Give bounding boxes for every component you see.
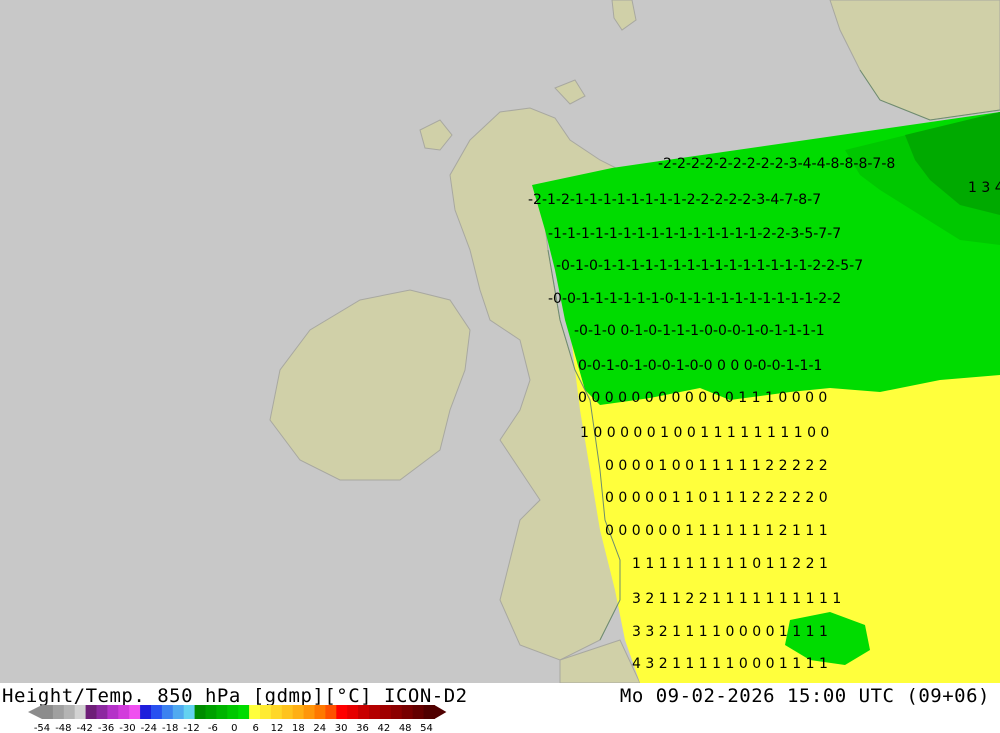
colorbar-swatch (161, 705, 174, 719)
colorbar-swatch (379, 705, 392, 719)
isoline-label: 4 3 2 1 1 1 1 1 0 0 0 1 1 1 1 (632, 656, 828, 672)
map-title: Height/Temp. 850 hPa [gdmp][°C] ICON-D2 (2, 685, 468, 707)
colorbar-swatch (347, 705, 359, 719)
colorbar-tick-label: -54 (34, 723, 50, 733)
isoline-label: -2-2-2-2-2-2-2-2-2-3-4-4-8-8-8-7-8 (658, 156, 895, 172)
colorbar-tick-label: 12 (271, 723, 284, 733)
colorbar-swatch (96, 705, 108, 719)
isoline-label: 0 0 0 0 0 0 0 0 0 0 0 0 1 1 1 0 0 0 0 (578, 390, 827, 406)
colorbar-swatch (281, 705, 294, 719)
isoline-label: -0-1-0-1-1-1-1-1-1-1-1-1-1-1-1-1-1-1-2-2… (556, 258, 863, 274)
colorbar-swatch (423, 705, 435, 719)
colorbar-tick-label: 18 (292, 723, 305, 733)
colorbar-swatch (303, 705, 315, 719)
colorbar-tick-label: 48 (399, 723, 412, 733)
colorbar-swatch (412, 705, 424, 719)
colorbar-swatch (325, 705, 337, 719)
colorbar-swatch (74, 705, 86, 719)
colorbar-swatch (151, 705, 163, 719)
isoline-label: 0 0 0 0 0 0 1 1 1 1 1 1 1 2 1 1 1 (605, 523, 828, 539)
colorbar-tick-label: 42 (377, 723, 390, 733)
colorbar-tick-label: -36 (98, 723, 114, 733)
colorbar-swatch (390, 705, 403, 719)
colorbar-swatch (358, 705, 370, 719)
colorbar-swatch (42, 705, 54, 719)
isoline-label: -0-0-1-1-1-1-1-1-0-1-1-1-1-1-1-1-1-1-1-2… (548, 291, 841, 307)
colorbar-swatch (172, 705, 185, 719)
map-canvas: -2-2-2-2-2-2-2-2-2-3-4-4-8-8-8-7-8 -2-1-2… (0, 0, 1000, 683)
colorbar-tick-label: 24 (313, 723, 326, 733)
colorbar-swatch (270, 705, 283, 719)
colorbar-tick-label: 0 (231, 723, 237, 733)
isoline-label: 1 1 1 1 1 1 1 1 1 0 1 1 2 2 1 (632, 556, 828, 572)
colorbar-tick-label: -42 (77, 723, 93, 733)
isoline-label: 0 0 0 0 1 0 0 1 1 1 1 1 2 2 2 2 2 (605, 458, 828, 474)
colorbar-arrow-left (28, 705, 42, 719)
colorbar-swatch (249, 705, 261, 719)
isoline-label: -1-1-1-1-1-1-1-1-1-1-1-1-1-1-1-2-2-3-5-7… (548, 226, 841, 242)
colorbar-swatch (369, 705, 381, 719)
colorbar-swatch (401, 705, 413, 719)
map-footer: Height/Temp. 850 hPa [gdmp][°C] ICON-D2 … (0, 683, 1000, 733)
colorbar-swatch (227, 705, 239, 719)
isoline-label: 3 3 2 1 1 1 1 0 0 0 0 1 1 1 1 (632, 624, 828, 640)
colorbar-tick-label: -6 (208, 723, 218, 733)
colorbar-tick-label: -18 (162, 723, 178, 733)
colorbar-swatch (85, 705, 97, 719)
colorbar-legend: -54 -48 -42 -36 -30 -24 -18 -12 -6 0 6 12 18 24 30 36 42… (28, 705, 447, 733)
weather-map: -2-2-2-2-2-2-2-2-2-3-4-4-8-8-8-7-8 -2-1-2… (0, 0, 1000, 683)
colorbar-swatch (107, 705, 119, 719)
colorbar-swatch (140, 705, 152, 719)
colorbar-swatch (205, 705, 217, 719)
colorbar-swatch (292, 705, 304, 719)
colorbar-swatch (238, 705, 250, 719)
colorbar-swatch (194, 705, 206, 719)
colorbar-tick-label: 36 (356, 723, 369, 733)
isoline-label: 1 3 4 (968, 180, 1000, 196)
isoline-label: 1 0 0 0 0 0 1 0 0 1 1 1 1 1 1 1 1 0 0 (580, 425, 829, 441)
colorbar-swatch (118, 705, 130, 719)
colorbar-tick-label: 54 (420, 723, 433, 733)
colorbar-tick-label: -12 (183, 723, 199, 733)
colorbar-swatch (216, 705, 228, 719)
colorbar-swatch (314, 705, 326, 719)
colorbar-tick-label: 30 (335, 723, 348, 733)
colorbar-ticks: -54 -48 -42 -36 -30 -24 -18 -12 -6 0 6 12 18 24 30 36 42… (34, 723, 433, 733)
colorbar-swatch (129, 705, 141, 719)
isoline-label: 3 2 1 1 2 2 1 1 1 1 1 1 1 1 1 1 (632, 591, 841, 607)
colorbar-arrow-right (434, 705, 447, 719)
colorbar-swatch (183, 705, 195, 719)
colorbar-swatch (260, 705, 272, 719)
isoline-label: 0-0-1-0-1-0-0-1-0-0 0 0 0-0-0-1-1-1 (578, 358, 822, 374)
colorbar-tick-label: 6 (252, 723, 258, 733)
colorbar-swatches (28, 705, 447, 719)
colorbar-tick-label: -48 (55, 723, 71, 733)
isoline-label: 0 0 0 0 0 1 1 0 1 1 1 2 2 2 2 2 0 (605, 490, 828, 506)
colorbar-swatch (52, 705, 65, 719)
colorbar-swatch (336, 705, 348, 719)
colorbar-swatch (63, 705, 76, 719)
colorbar-tick-label: -30 (119, 723, 135, 733)
map-valid-time: Mo 09-02-2026 15:00 UTC (09+06) (619, 685, 990, 707)
isoline-label: -2-1-2-1-1-1-1-1-1-1-1-2-2-2-2-2-3-4-7-8… (528, 192, 821, 208)
isoline-label: -0-1-0 0-1-0-1-1-1-0-0-0-1-0-1-1-1-1 (574, 323, 825, 339)
colorbar-tick-label: -24 (141, 723, 157, 733)
